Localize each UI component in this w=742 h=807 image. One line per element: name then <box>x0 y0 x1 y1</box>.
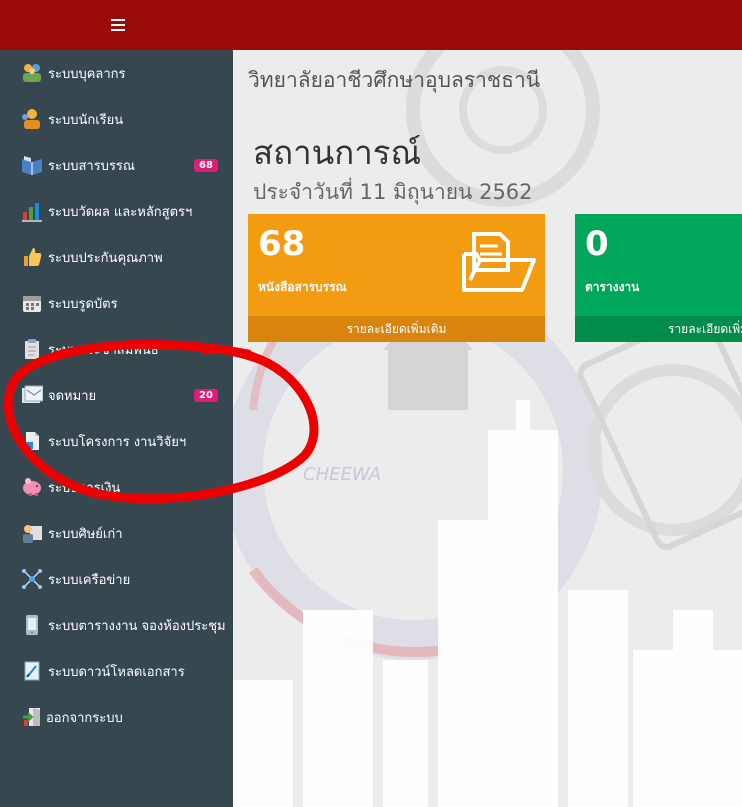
sidebar-item-schedule-booking[interactable]: ระบบตารางงาน จองห้องประชุม <box>0 602 233 648</box>
people-group-icon <box>20 61 44 85</box>
hamburger-icon[interactable] <box>111 19 125 31</box>
stat-label: หนังสือสารบรรณ <box>258 280 347 294</box>
sidebar-item-label: ระบบบุคลากร <box>48 66 126 82</box>
sidebar-item-label: ออกจากระบบ <box>46 710 123 726</box>
sidebar-item-personnel[interactable]: ระบบบุคลากร <box>0 50 233 96</box>
sidebar-item-label: ระบบดาวน์โหลดเอกสาร <box>48 664 185 680</box>
sidebar-item-network[interactable]: ระบบเครือข่าย <box>0 556 233 602</box>
sidebar-item-label: ระบบวัดผล และหลักสูตรฯ <box>48 204 193 220</box>
sidebar-item-downloads[interactable]: ระบบดาวน์โหลดเอกสาร <box>0 648 233 694</box>
sidebar-item-label: จดหมาย <box>48 388 97 404</box>
sidebar-item-assessment[interactable]: ระบบวัดผล และหลักสูตรฯ <box>0 188 233 234</box>
chart-icon <box>20 199 44 223</box>
piggy-bank-icon <box>20 475 44 499</box>
sidebar-item-quality-assurance[interactable]: ระบบประกันคุณภาพ <box>0 234 233 280</box>
sidebar-item-students[interactable]: ระบบนักเรียน <box>0 96 233 142</box>
more-details-link[interactable]: รายละเอียดเพิ่มเติม <box>248 316 545 342</box>
logout-icon <box>20 705 44 729</box>
students-icon <box>20 107 44 131</box>
page-title: สถานการณ์ <box>253 133 422 172</box>
documents-stat-card: 68 หนังสือสารบรรณ รายละเอียดเพิ่มเติม <box>248 214 545 342</box>
unread-count-badge: 68 <box>194 158 218 172</box>
mail-icon <box>20 383 44 407</box>
sidebar-item-alumni[interactable]: ระบบศิษย์เก่า <box>0 510 233 556</box>
alumni-icon <box>20 521 44 545</box>
top-navbar <box>0 0 742 50</box>
sidebar-item-label: ระบบเครือข่าย <box>48 572 131 588</box>
sidebar-item-card-swipe[interactable]: ระบบรูดบัตร <box>0 280 233 326</box>
sidebar: ระบบบุคลากร ระบบนักเรียน ระบบสารบรรณ 68 … <box>0 50 233 807</box>
download-doc-icon <box>20 659 44 683</box>
sidebar-item-public-relations[interactable]: ระบบประชาสัมพันธ์ <box>0 326 233 372</box>
sidebar-item-label: ระบบศิษย์เก่า <box>48 526 123 542</box>
thumbs-up-icon <box>20 245 44 269</box>
sidebar-item-label: ระบบตารางงาน จองห้องประชุม <box>48 618 226 634</box>
sidebar-item-mail[interactable]: จดหมาย 20 <box>0 372 233 418</box>
college-name: วิทยาลัยอาชีวศึกษาอุบลราชธานี <box>248 68 541 92</box>
clipboard-icon <box>20 337 44 361</box>
open-book-icon <box>20 153 44 177</box>
sidebar-item-label: ระบบประชาสัมพันธ์ <box>48 342 159 358</box>
document-icon <box>20 429 44 453</box>
sidebar-item-finance[interactable]: ระบบการเงิน <box>0 464 233 510</box>
sidebar-item-projects-research[interactable]: ระบบโครงการ งานวิจัยฯ <box>0 418 233 464</box>
network-icon <box>20 567 44 591</box>
phone-icon <box>20 613 44 637</box>
unread-count-badge: 20 <box>194 388 218 402</box>
more-details-link[interactable]: รายละเอียดเพิ่มเติม <box>575 316 742 342</box>
sidebar-item-label: ระบบสารบรรณ <box>48 158 135 174</box>
schedule-stat-card: 0 ตารางงาน รายละเอียดเพิ่มเติม <box>575 214 742 342</box>
watermark-text: CHEEWA <box>303 464 381 485</box>
stat-label: ตารางงาน <box>585 280 640 294</box>
sidebar-item-label: ระบบรูดบัตร <box>48 296 118 312</box>
sidebar-item-label: ระบบโครงการ งานวิจัยฯ <box>48 434 187 450</box>
page-date: ประจำวันที่ 11 มิถุนายน 2562 <box>253 180 533 204</box>
sidebar-item-label: ระบบประกันคุณภาพ <box>48 250 163 266</box>
sidebar-item-documents[interactable]: ระบบสารบรรณ 68 <box>0 142 233 188</box>
calendar-icon <box>20 291 44 315</box>
stat-value: 0 <box>585 224 609 264</box>
sidebar-item-label: ระบบการเงิน <box>48 480 121 496</box>
main-content: CHEEWA วิทยาลัยอาชีวศึกษาอุบลราชธานี สถา… <box>233 50 742 807</box>
sidebar-item-label: ระบบนักเรียน <box>48 112 124 128</box>
stat-value: 68 <box>258 224 306 264</box>
sidebar-item-logout[interactable]: ออกจากระบบ <box>0 694 233 740</box>
folder-document-icon <box>462 232 536 292</box>
